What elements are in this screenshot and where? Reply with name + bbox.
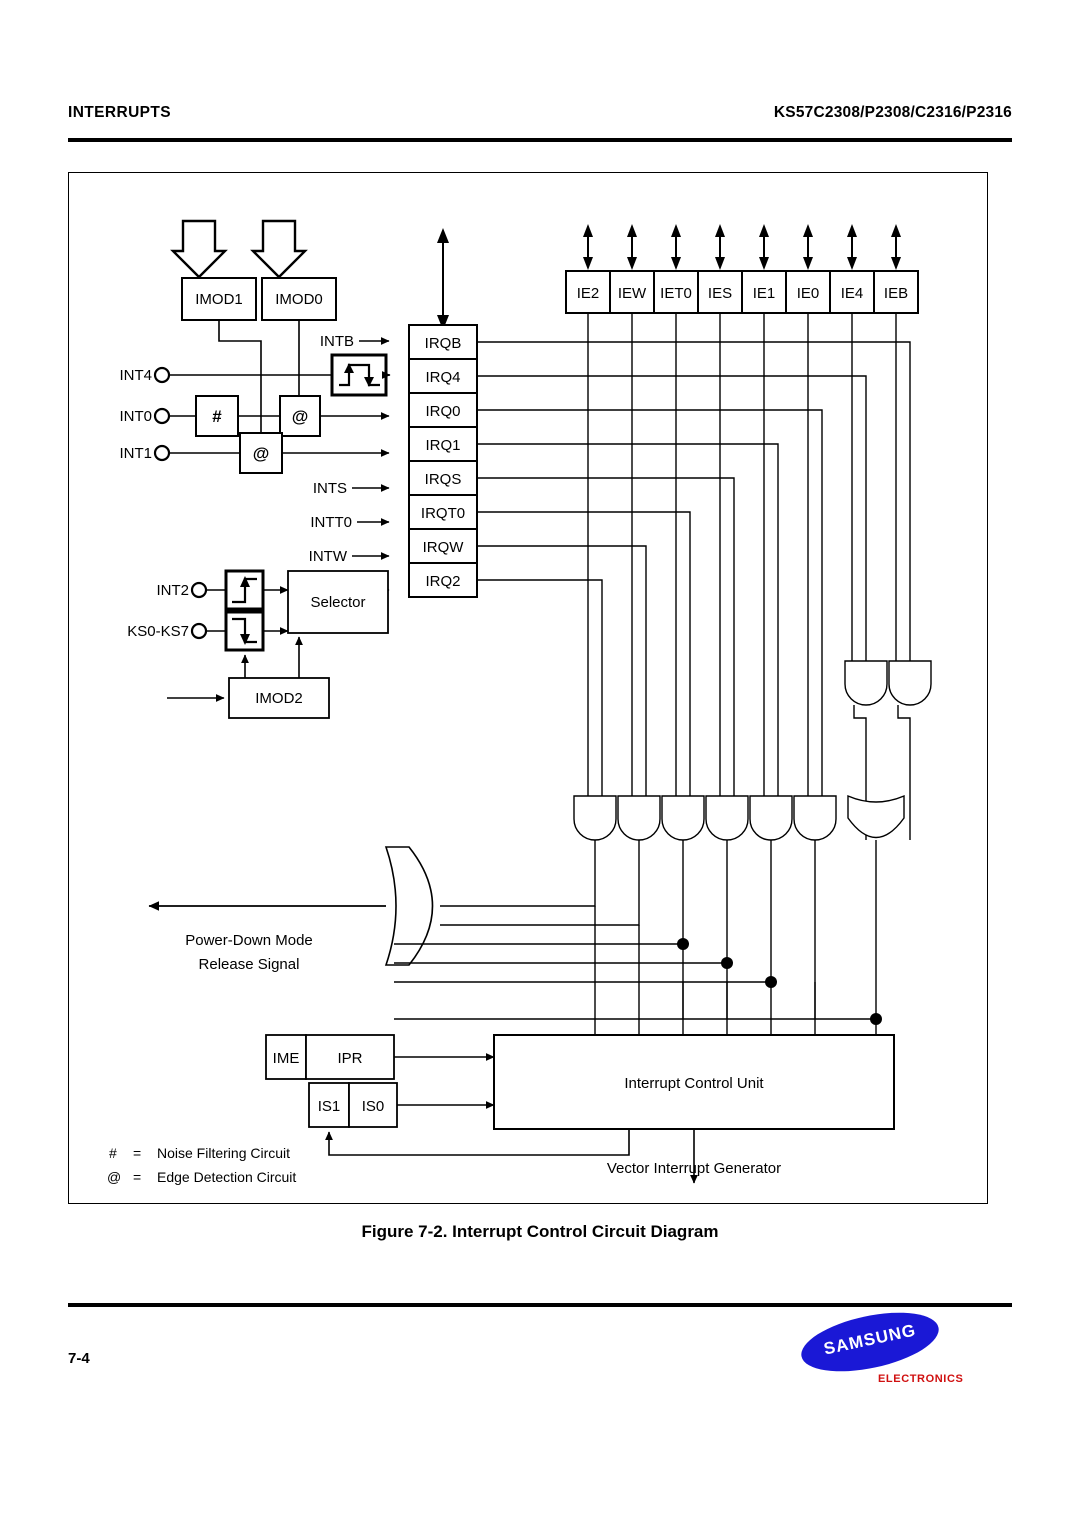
irq-to-and-lines [477, 341, 911, 796]
imod1-label: IMOD1 [195, 291, 243, 308]
register-is0: IS0 [362, 1098, 385, 1115]
control-unit-feedback [325, 1129, 630, 1156]
or-gate-right [847, 794, 905, 839]
power-down-label-line2: Release Signal [199, 956, 300, 973]
ie-to-and-lines [587, 313, 897, 796]
ie-flag-ie1: IE1 [753, 285, 776, 302]
header-chapter-title: INTERRUPTS [68, 104, 172, 121]
selector-label: Selector [310, 594, 365, 611]
running-header: INTERRUPTS KS57C2308/P2308/C2316/P2316 [68, 104, 1012, 136]
imod0-write-arrow [250, 219, 308, 279]
source-label-intt0: INTT0 [310, 514, 352, 531]
register-ime: IME [273, 1050, 300, 1067]
irq-flag-irq1: IRQ1 [425, 437, 460, 454]
page-number: 7-4 [68, 1350, 90, 1367]
header-part-numbers: KS57C2308/P2308/C2316/P2316 [773, 104, 1012, 121]
imod0-label: IMOD0 [275, 291, 323, 308]
pin-label-int4: INT4 [119, 367, 152, 384]
ie-flag-iew: IEW [618, 285, 647, 302]
pin-ks0-ks7 [190, 622, 226, 640]
power-down-label-line1: Power-Down Mode [185, 932, 313, 949]
control-unit-label: Interrupt Control Unit [624, 1075, 764, 1092]
and-outputs [440, 840, 816, 1019]
edge-detect-symbol-int1: @ [253, 444, 270, 463]
irq-flag-irq0: IRQ0 [425, 403, 460, 420]
edge-detect-symbol-int0: @ [292, 407, 309, 426]
pin-label-int2: INT2 [156, 582, 189, 599]
register-ipr: IPR [337, 1050, 362, 1067]
imod1-write-arrow [170, 219, 228, 279]
footer-rule [68, 1303, 1012, 1307]
logo-subtitle: ELECTRONICS [878, 1373, 964, 1385]
samsung-logo: SAMSUNG ELECTRONICS [796, 1302, 1000, 1396]
or-gate-input-lines [394, 943, 876, 1020]
falling-edge-block-ks [224, 610, 265, 652]
pin-int2 [190, 581, 226, 599]
irq-flag-irqt0: IRQT0 [421, 505, 465, 522]
noise-filter-symbol: # [212, 407, 222, 426]
document-page: INTERRUPTS KS57C2308/P2308/C2316/P2316 I… [0, 0, 1080, 1528]
ie-bus-arrows [583, 224, 901, 270]
pin-label-int0: INT0 [119, 408, 152, 425]
irq-flag-irq2: IRQ2 [425, 573, 460, 590]
legend-text-0: Noise Filtering Circuit [157, 1145, 290, 1161]
irq-flag-irqw: IRQW [423, 539, 465, 556]
irq-flag-irq4: IRQ4 [425, 369, 460, 386]
pin-label-ks0-ks7: KS0-KS7 [127, 623, 189, 640]
register-is1: IS1 [318, 1098, 341, 1115]
figure-caption: Figure 7-2. Interrupt Control Circuit Di… [361, 1222, 719, 1241]
rising-edge-block-int2 [224, 569, 265, 611]
pin-int4 [153, 366, 332, 384]
ie-flag-ies: IES [708, 285, 732, 302]
ie-flag-ie2: IE2 [577, 285, 600, 302]
and-gate-row [573, 795, 837, 841]
legend-equals-1: = [133, 1169, 141, 1185]
irq-flag-irqb: IRQB [425, 335, 462, 352]
figure-frame: IMOD1 IMOD0 IMOD2 Selector INT4 INT0 INT… [68, 172, 988, 1204]
irq-flag-stack [408, 324, 478, 598]
legend-symbol-1: @ [107, 1169, 121, 1185]
ie-flag-ie0: IE0 [797, 285, 820, 302]
irq-bus-arrow [437, 228, 449, 330]
pin-int1 [153, 444, 240, 462]
ie-flag-ie4: IE4 [841, 285, 864, 302]
ie-flag-ieb: IEB [884, 285, 908, 302]
legend-equals-0: = [133, 1145, 141, 1161]
vector-generator-label: Vector Interrupt Generator [607, 1160, 781, 1177]
irq-flag-irqs: IRQS [425, 471, 462, 488]
legend-symbol-0: # [109, 1145, 117, 1161]
interrupt-control-circuit-diagram: IMOD1 IMOD0 IMOD2 Selector INT4 INT0 INT… [107, 219, 932, 1185]
imod2-label: IMOD2 [255, 690, 303, 707]
header-rule [68, 138, 1012, 142]
source-label-ints: INTS [313, 480, 347, 497]
or-gate-power-down [384, 846, 434, 966]
source-label-intb: INTB [320, 333, 354, 350]
ie-flag-iet0: IET0 [660, 285, 692, 302]
legend-text-1: Edge Detection Circuit [157, 1169, 296, 1185]
both-edge-detect-block-int4 [330, 353, 388, 397]
source-label-intw: INTW [309, 548, 348, 565]
and-gate-pair-top-right [844, 660, 932, 706]
pin-label-int1: INT1 [119, 445, 152, 462]
